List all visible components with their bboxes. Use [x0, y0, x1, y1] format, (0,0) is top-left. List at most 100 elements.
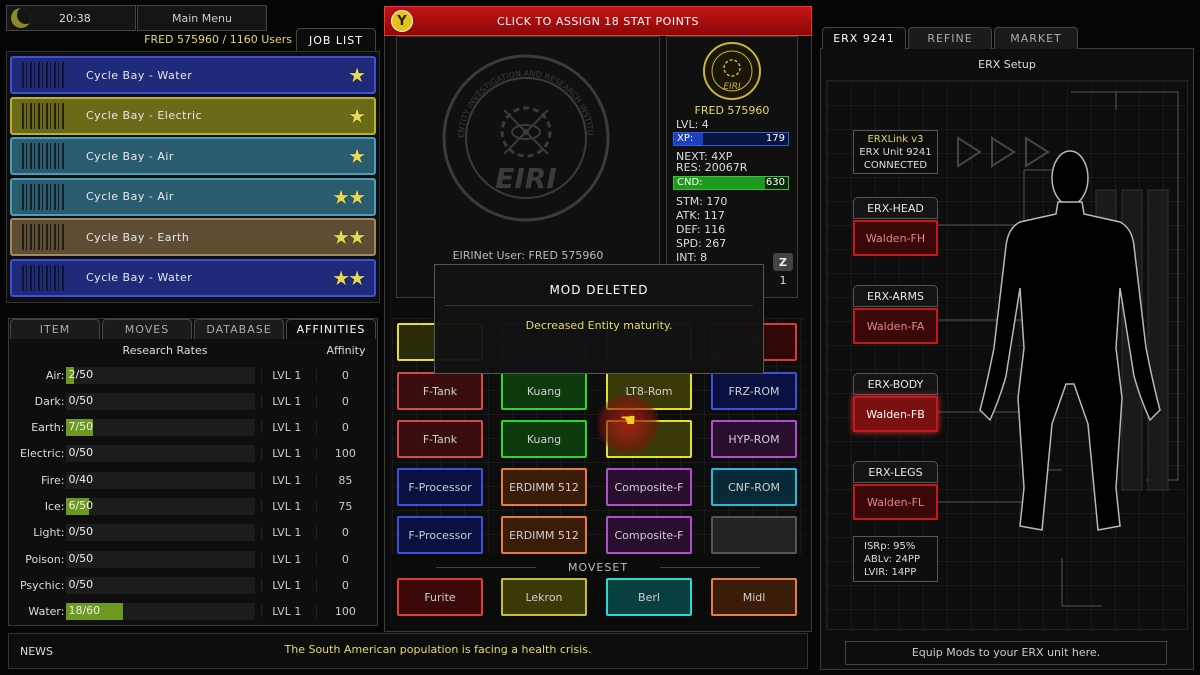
moon-icon [11, 8, 31, 28]
barcode-icon [22, 264, 66, 291]
affinity-value: 0 [315, 368, 374, 382]
mod-slot[interactable]: HYP-ROM [711, 420, 797, 458]
erx-arms-label: ERX-ARMS [853, 285, 938, 307]
job-item[interactable]: Cycle Bay - Water ★★ [10, 258, 376, 297]
dialog-message: Decreased Entity maturity. [525, 319, 673, 332]
stat-int: INT: 8 [676, 251, 708, 264]
mod-slot[interactable]: Composite-F [606, 468, 692, 506]
erx-body-slot[interactable]: Walden-FB [853, 396, 938, 432]
affinity-row: Water: 18/60 LVL 1 100 [12, 600, 374, 624]
affinity-row: Fire: 0/40 LVL 1 85 [12, 468, 374, 492]
affinity-row: Earth: 7/50 LVL 1 0 [12, 416, 374, 440]
news-label: NEWS [20, 645, 54, 658]
mod-slot[interactable]: FRZ-ROM [711, 372, 797, 410]
job-item[interactable]: Cycle Bay - Electric ★ [10, 96, 376, 135]
affinity-name: Electric: [19, 447, 65, 461]
job-label: Cycle Bay - Earth [86, 230, 190, 244]
hand-pointer-icon: ☚ [620, 410, 637, 431]
tab-erx[interactable]: ERX 9241 [822, 27, 906, 49]
mod-slot[interactable] [711, 516, 797, 554]
assign-stat-points-button[interactable]: Y CLICK TO ASSIGN 18 STAT POINTS [384, 6, 812, 36]
tab-database[interactable]: DATABASE [194, 319, 284, 339]
affinity-name: Air: [45, 368, 65, 382]
affinity-level: LVL 1 [260, 526, 308, 540]
tab-market[interactable]: MARKET [994, 27, 1078, 49]
research-value: 7/50 [68, 420, 94, 434]
job-item[interactable]: Cycle Bay - Water ★ [10, 56, 376, 94]
move-slot[interactable]: Berl [606, 578, 692, 616]
job-label: Cycle Bay - Electric [86, 109, 203, 122]
erx-arms-slot[interactable]: Walden-FA [853, 308, 938, 344]
mod-slot[interactable]: Kuang [501, 372, 587, 410]
research-bar: 0/50 [66, 550, 255, 568]
tab-refine[interactable]: REFINE [908, 27, 992, 49]
mod-slot[interactable]: CNF-ROM [711, 468, 797, 506]
tab-item[interactable]: ITEM [10, 319, 100, 339]
affinity-value: 85 [315, 473, 374, 487]
erxlink-status: CONNECTED [863, 160, 928, 171]
affinity-value: 100 [315, 447, 374, 461]
tab-moves[interactable]: MOVES [102, 319, 192, 339]
affinity-name: Dark: [34, 394, 65, 408]
tab-affinities[interactable]: AFFINITIES [286, 319, 376, 339]
affinity-level: LVL 1 [260, 578, 308, 592]
research-value: 18/60 [68, 604, 101, 618]
affinity-level: LVL 1 [260, 552, 308, 566]
barcode-icon [22, 62, 66, 88]
emblem-ring-text: ENTITY INVESTIGATION AND RESEARCH INSTIT… [440, 52, 595, 138]
mod-slot[interactable]: F-Processor [397, 516, 483, 554]
job-item[interactable]: Cycle Bay - Air ★ [10, 137, 376, 175]
research-value: 0/50 [68, 577, 94, 591]
affinity-value: 100 [315, 605, 374, 619]
mod-slot[interactable]: F-Tank [397, 372, 483, 410]
affinity-value: 0 [315, 394, 374, 408]
mod-slot[interactable]: Kuang [501, 420, 587, 458]
research-value: 0/50 [68, 446, 94, 460]
erx-stat-isrp: ISRp: 95% [864, 541, 916, 552]
job-label: Cycle Bay - Water [86, 271, 193, 284]
main-menu-button[interactable]: Main Menu [137, 5, 267, 31]
mod-slot[interactable]: F-Processor [397, 468, 483, 506]
stat-def: DEF: 116 [676, 223, 726, 236]
affinity-row: Electric: 0/50 LVL 1 100 [12, 442, 374, 466]
move-slot[interactable]: Furite [397, 578, 483, 616]
affinity-level: LVL 1 [260, 473, 308, 487]
erx-legs-slot[interactable]: Walden-FL [853, 484, 938, 520]
research-value: 2/50 [68, 367, 94, 381]
research-bar: 7/50 [66, 419, 255, 437]
barcode-icon [22, 224, 66, 250]
affinity-name: Psychic: [19, 578, 65, 592]
job-label: Cycle Bay - Water [86, 68, 193, 82]
move-slot[interactable]: Midl [711, 578, 797, 616]
affinity-name: Light: [33, 526, 65, 540]
z-key-button[interactable]: Z [773, 253, 793, 271]
erx-head-slot[interactable]: Walden-FH [853, 220, 938, 256]
star-icon: ★★ [332, 265, 366, 290]
moveset-divider-right [660, 567, 760, 568]
tab-job-list[interactable]: JOB LIST [296, 28, 376, 52]
affinity-value: 0 [315, 526, 374, 540]
affinity-name: Water: [28, 605, 65, 619]
clock-time: 20:38 [59, 11, 91, 25]
mod-slot[interactable]: ERDIMM 512 [501, 516, 587, 554]
mod-slot[interactable]: F-Tank [397, 420, 483, 458]
move-slot[interactable]: Lekron [501, 578, 587, 616]
cnd-value: 630 [765, 177, 785, 188]
barcode-icon [22, 183, 66, 210]
erxlink-box: ERXLink v3 ERX Unit 9241 CONNECTED [853, 130, 938, 174]
eiri-emblem-icon: ENTITY INVESTIGATION AND RESEARCH INSTIT… [440, 52, 610, 222]
cnd-label: CND: [677, 177, 703, 188]
erx-head-label: ERX-HEAD [853, 197, 938, 219]
affinity-value: 0 [315, 421, 374, 435]
research-bar: 0/40 [66, 471, 255, 489]
job-item[interactable]: Cycle Bay - Earth ★★ [10, 218, 376, 256]
mod-slot[interactable]: Composite-F [606, 516, 692, 554]
mod-slot[interactable]: ERDIMM 512 [501, 468, 587, 506]
affinity-name: Earth: [31, 421, 65, 435]
star-icon: ★ [348, 63, 366, 87]
research-value: 6/50 [68, 499, 94, 512]
job-label: Cycle Bay - Air [86, 190, 174, 203]
research-bar: 0/50 [66, 524, 255, 542]
badge-text: EIRI [723, 82, 741, 92]
job-item[interactable]: Cycle Bay - Air ★★ [10, 177, 376, 216]
